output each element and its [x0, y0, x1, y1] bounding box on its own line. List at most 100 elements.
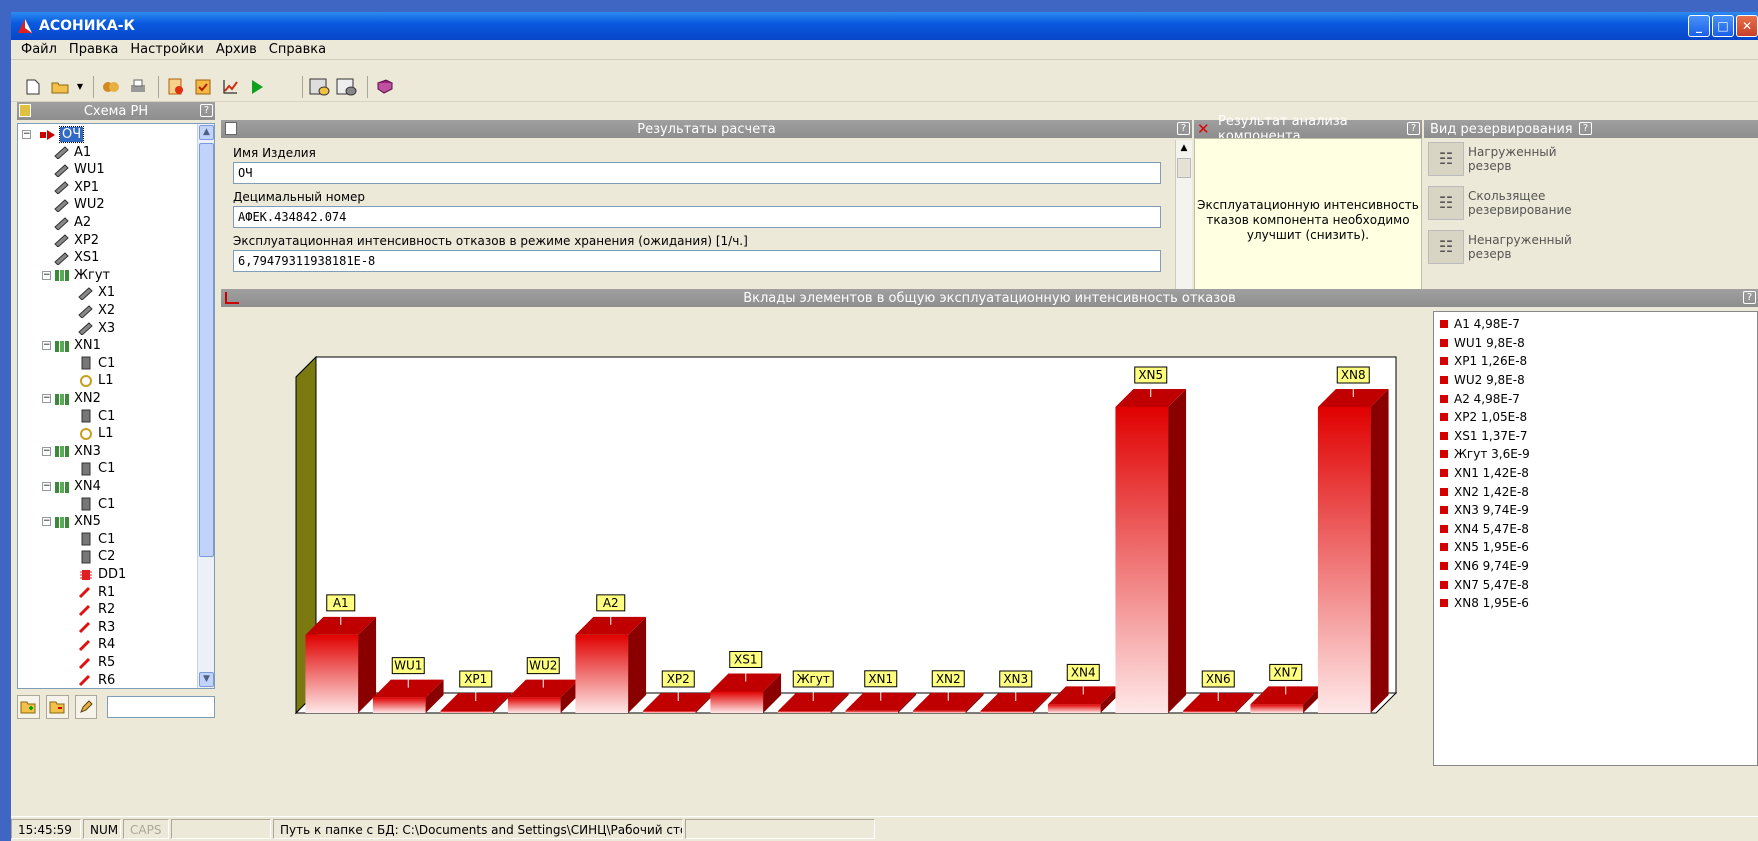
tree-node[interactable]: X3: [78, 320, 115, 337]
tree-node[interactable]: C1: [78, 531, 115, 548]
product-name-field[interactable]: ОЧ: [233, 162, 1161, 184]
tree-expander-icon[interactable]: −: [42, 446, 51, 456]
tree-node[interactable]: XN3: [54, 443, 101, 460]
tree-node[interactable]: XN5: [54, 513, 101, 530]
tree-node[interactable]: R2: [78, 601, 115, 618]
report-icon[interactable]: [164, 75, 188, 99]
tree-node[interactable]: ОЧ: [40, 126, 85, 143]
tree-node[interactable]: XP2: [54, 232, 99, 249]
tree-node[interactable]: XN4: [54, 478, 101, 495]
tree-node[interactable]: C2: [78, 548, 115, 565]
dropdown-icon[interactable]: ▼: [75, 75, 85, 99]
tree-node[interactable]: Жгут: [54, 267, 110, 284]
menu-help[interactable]: Справка: [263, 40, 332, 60]
scroll-down-icon[interactable]: ▼: [199, 672, 214, 687]
bar: [912, 710, 966, 713]
tree-node[interactable]: WU1: [54, 161, 105, 178]
tree-node[interactable]: A2: [54, 214, 91, 231]
sliding-reserve-option[interactable]: ☷ Скользящее резервирование: [1428, 186, 1578, 220]
tree-node[interactable]: XP1: [54, 179, 99, 196]
legend-swatch: [1440, 338, 1448, 347]
library-icon[interactable]: [373, 75, 397, 99]
add-folder-icon[interactable]: [17, 695, 40, 719]
check-icon[interactable]: [191, 75, 215, 99]
tree-help-button[interactable]: ?: [200, 104, 213, 117]
minimize-button[interactable]: _: [1688, 15, 1710, 37]
tree-expander-icon[interactable]: −: [42, 394, 51, 403]
menu-file[interactable]: Файл: [15, 40, 63, 60]
tree-node[interactable]: R4: [78, 636, 115, 653]
analysis-panel-header: ✕ Результат анализа компонента ?: [1194, 114, 1422, 144]
results-scroll-thumb[interactable]: [1177, 158, 1191, 178]
tree-node[interactable]: R5: [78, 654, 115, 671]
run-icon[interactable]: [245, 75, 269, 99]
tree-node[interactable]: C1: [78, 355, 115, 372]
chart-area: A1 WU1 XP1 WU2 A2 XP2 XS1 Жгут XN1 XN2 XN3 XN4 XN5 XN…: [221, 307, 1758, 767]
legend-label: A2 4,98E-7: [1454, 391, 1520, 406]
tree-node[interactable]: R6: [78, 672, 115, 688]
print-icon[interactable]: [126, 75, 150, 99]
tree-expander-icon[interactable]: −: [42, 482, 51, 491]
legend-label: XN3 9,74E-9: [1454, 503, 1529, 518]
results-scrollbar[interactable]: ▲ ▼: [1175, 140, 1192, 303]
tree-node[interactable]: L1: [78, 425, 114, 442]
maximize-button[interactable]: □: [1712, 15, 1734, 37]
toolbar-separator: [367, 75, 368, 98]
tree-node[interactable]: DD1: [78, 566, 126, 583]
decimal-number-field[interactable]: АФЕК.434842.074: [233, 206, 1161, 228]
tree-expander-icon[interactable]: −: [22, 130, 31, 139]
tree-node[interactable]: R3: [78, 619, 115, 636]
scheme-tree[interactable]: − ОЧ A1 WU1 XP1 WU2 A2 XP2 XS1− Жгут X1 X2 X3− XN1 C1 L…: [17, 123, 215, 689]
menu-settings[interactable]: Настройки: [124, 40, 209, 60]
results-help-button[interactable]: ?: [1177, 122, 1190, 135]
calculate-icon[interactable]: [99, 75, 123, 99]
storage-intensity-field[interactable]: 6,79479311938181E-8: [233, 250, 1161, 272]
menu-archive[interactable]: Архив: [210, 40, 263, 60]
legend-swatch: [1440, 376, 1448, 385]
window-titlebar[interactable]: АСОНИКА-К _ □ ✕: [11, 12, 1758, 40]
legend-entry: XN1 1,42E-8: [1440, 464, 1757, 483]
results-form: Имя Изделия ОЧ Децимальный номер АФЕК.43…: [221, 138, 1176, 302]
tree-expander-icon[interactable]: −: [42, 341, 51, 351]
tree-node-label: L1: [98, 426, 114, 442]
database-import-icon[interactable]: [308, 75, 332, 99]
analysis-close-icon[interactable]: ✕: [1197, 120, 1210, 138]
tree-node[interactable]: XN2: [54, 390, 101, 407]
new-icon[interactable]: [21, 75, 45, 99]
tree-node[interactable]: XN1: [54, 337, 101, 354]
close-button[interactable]: ✕: [1736, 15, 1758, 37]
tree-node[interactable]: XS1: [54, 249, 99, 266]
tree-node[interactable]: WU2: [54, 196, 105, 213]
chart-help-button[interactable]: ?: [1743, 291, 1756, 304]
tree-node-label: L1: [98, 373, 114, 389]
tree-node[interactable]: C1: [78, 460, 115, 477]
unloaded-reserve-option[interactable]: ☷ Ненагруженный резерв: [1428, 230, 1578, 264]
coil-icon: [78, 427, 94, 441]
tree-node[interactable]: X1: [78, 284, 115, 301]
scroll-up-icon[interactable]: ▲: [199, 125, 214, 140]
open-icon[interactable]: [48, 75, 72, 99]
menu-edit[interactable]: Правка: [63, 40, 124, 60]
analysis-help-button[interactable]: ?: [1407, 122, 1420, 135]
remove-folder-icon[interactable]: [45, 695, 69, 719]
legend-swatch: [1440, 506, 1448, 515]
group-icon: [54, 480, 70, 494]
chart-icon[interactable]: [218, 75, 242, 99]
database-export-icon[interactable]: [335, 75, 359, 99]
tree-node[interactable]: A1: [54, 144, 91, 161]
tree-node[interactable]: C1: [78, 496, 115, 513]
tree-expander-icon[interactable]: −: [42, 517, 51, 527]
reserve-help-button[interactable]: ?: [1579, 122, 1592, 135]
tree-filter-input[interactable]: [107, 696, 215, 718]
tree-scrollbar[interactable]: ▲ ▼: [197, 124, 214, 688]
results-scroll-up-icon[interactable]: ▲: [1176, 140, 1192, 156]
tree-node[interactable]: X2: [78, 302, 115, 319]
analysis-message: Эксплуатационную интенсивность тказов ко…: [1194, 138, 1422, 303]
tree-scroll-thumb[interactable]: [199, 143, 214, 557]
loaded-reserve-option[interactable]: ☷ Нагруженный резерв: [1428, 142, 1578, 176]
tree-expander-icon[interactable]: −: [42, 270, 51, 280]
tree-node[interactable]: R1: [78, 584, 115, 601]
tree-node[interactable]: L1: [78, 372, 114, 389]
tree-node[interactable]: C1: [78, 408, 115, 425]
edit-pencil-icon[interactable]: [74, 695, 98, 719]
